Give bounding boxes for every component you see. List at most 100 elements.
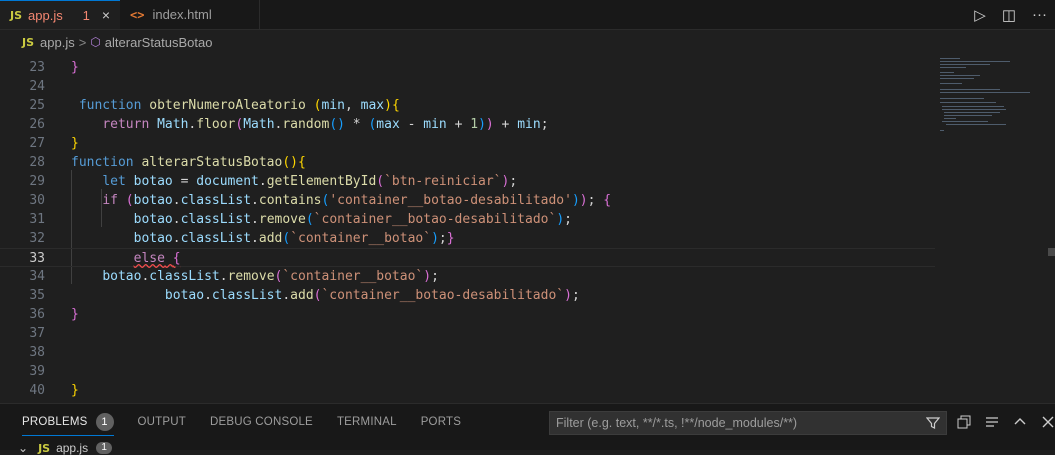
- line-number: 28: [29, 155, 45, 170]
- line-number: 40: [29, 383, 45, 398]
- code-line[interactable]: 38: [0, 343, 935, 362]
- code-token: *: [344, 117, 369, 132]
- code-line[interactable]: 25 function obterNumeroAleatorio (min, m…: [0, 96, 935, 115]
- tab-label: app.js: [28, 7, 63, 23]
- code-text: }: [71, 305, 79, 324]
- code-line[interactable]: 39: [0, 362, 935, 381]
- code-token: ;: [431, 269, 439, 284]
- code-token: let: [102, 174, 126, 189]
- code-token: {: [172, 251, 181, 266]
- code-token: botao: [133, 193, 173, 208]
- more-actions-icon[interactable]: ···: [1032, 6, 1047, 23]
- split-editor-icon[interactable]: ◫: [1002, 6, 1016, 24]
- code-token: obterNumeroAleatorio: [149, 98, 306, 113]
- code-line[interactable]: 35 botao.classList.add(`container__botao…: [0, 286, 935, 305]
- code-line[interactable]: 26 return Math.floor(Math.random() * (ma…: [0, 115, 935, 134]
- code-line[interactable]: 33 else {: [0, 248, 935, 267]
- code-line[interactable]: 37: [0, 324, 935, 343]
- code-token: }: [71, 383, 79, 398]
- code-token: botao: [133, 212, 173, 227]
- problem-file-name: app.js: [56, 441, 89, 455]
- code-token: botao: [102, 269, 142, 284]
- tab-app-js[interactable]: JS app.js 1 ×: [0, 0, 120, 29]
- code-token: `container__botao`: [290, 231, 432, 246]
- code-token: floor: [196, 117, 236, 132]
- maximize-panel-icon[interactable]: [1013, 415, 1027, 432]
- tab-debug-console[interactable]: DEBUG CONSOLE: [210, 416, 313, 428]
- javascript-file-icon: JS: [10, 8, 23, 22]
- code-token: if: [102, 193, 118, 208]
- code-token: (: [282, 231, 291, 246]
- code-token: .: [172, 212, 181, 227]
- close-panel-icon[interactable]: [1041, 415, 1055, 432]
- line-number: 36: [29, 307, 45, 322]
- code-token: ;: [587, 193, 604, 208]
- method-symbol-icon: ⬡: [90, 35, 101, 49]
- code-token: botao: [164, 288, 205, 303]
- javascript-file-icon: JS: [22, 35, 35, 49]
- wrap-lines-icon[interactable]: [985, 415, 999, 432]
- code-token: ): [384, 98, 392, 113]
- breadcrumb-symbol[interactable]: alterarStatusBotao: [105, 35, 213, 50]
- filter-icon[interactable]: [925, 412, 941, 436]
- editor-actions: ▷ ◫ ···: [974, 0, 1047, 29]
- chevron-right-icon: >: [78, 34, 87, 50]
- code-token: min: [517, 117, 541, 132]
- code-token: .: [172, 231, 181, 246]
- code-token: ;: [509, 174, 518, 189]
- code-token: .: [282, 288, 291, 303]
- line-number: 38: [29, 345, 45, 360]
- chevron-down-icon[interactable]: ⌄: [18, 441, 28, 455]
- code-token: .: [251, 231, 259, 246]
- line-number: 31: [29, 212, 45, 227]
- code-line[interactable]: 40}: [0, 381, 935, 400]
- tab-index-html[interactable]: <> index.html: [120, 0, 260, 29]
- code-line[interactable]: 27}: [0, 134, 935, 153]
- code-editor[interactable]: 23} 24 25 function obterNumeroAleatorio (m…: [0, 56, 1055, 400]
- code-text: botao.classList.add(`container__botao-de…: [71, 286, 580, 305]
- problems-count-badge: 1: [95, 413, 114, 431]
- code-line[interactable]: 24: [0, 77, 935, 96]
- code-text: botao.classList.remove(`container__botao…: [71, 210, 572, 229]
- code-token: ): [556, 212, 565, 227]
- code-token: ;: [564, 212, 572, 227]
- breadcrumb-file[interactable]: app.js: [40, 35, 75, 50]
- code-line[interactable]: 31 botao.classList.remove(`container__bo…: [0, 210, 935, 229]
- code-text: else {: [71, 249, 181, 268]
- code-line[interactable]: 28 function alterarStatusBotao(){: [0, 153, 935, 172]
- run-icon[interactable]: ▷: [974, 6, 986, 24]
- code-token: }: [71, 136, 79, 151]
- panel-actions: [957, 411, 1055, 435]
- code-token: +: [446, 117, 471, 132]
- code-token: (): [282, 155, 298, 170]
- problems-filter-input[interactable]: Filter (e.g. text, **/*.ts, !**/node_mod…: [549, 411, 947, 435]
- tab-problems[interactable]: PROBLEMS 1: [22, 408, 114, 436]
- tab-output[interactable]: OUTPUT: [138, 416, 186, 428]
- code-token: ): [485, 117, 494, 132]
- code-line[interactable]: 36}: [0, 305, 935, 324]
- problems-file-row[interactable]: ⌄ JS app.js 1: [18, 441, 113, 455]
- code-line[interactable]: 34 botao.classList.remove(`container__bo…: [0, 267, 935, 286]
- minimap[interactable]: [938, 56, 1048, 146]
- code-line[interactable]: 30 if (botao.classList.contains('contain…: [0, 191, 935, 210]
- code-line[interactable]: 23}: [0, 58, 935, 77]
- scrollbar-marker[interactable]: [1048, 248, 1055, 256]
- code-token: .: [172, 193, 181, 208]
- code-line[interactable]: 29 let botao = document.getElementById(`…: [0, 172, 935, 191]
- code-line[interactable]: 32 botao.classList.add(`container__botao…: [0, 229, 935, 248]
- tab-terminal[interactable]: TERMINAL: [337, 416, 397, 428]
- code-token: alterarStatusBotao: [141, 155, 283, 170]
- code-token: `btn-reiniciar`: [384, 174, 502, 189]
- copy-icon[interactable]: [957, 415, 971, 432]
- filter-placeholder: Filter (e.g. text, **/*.ts, !**/node_mod…: [556, 416, 798, 430]
- close-icon[interactable]: ×: [102, 7, 110, 23]
- code-token: ): [579, 193, 588, 208]
- tab-ports[interactable]: PORTS: [421, 416, 461, 428]
